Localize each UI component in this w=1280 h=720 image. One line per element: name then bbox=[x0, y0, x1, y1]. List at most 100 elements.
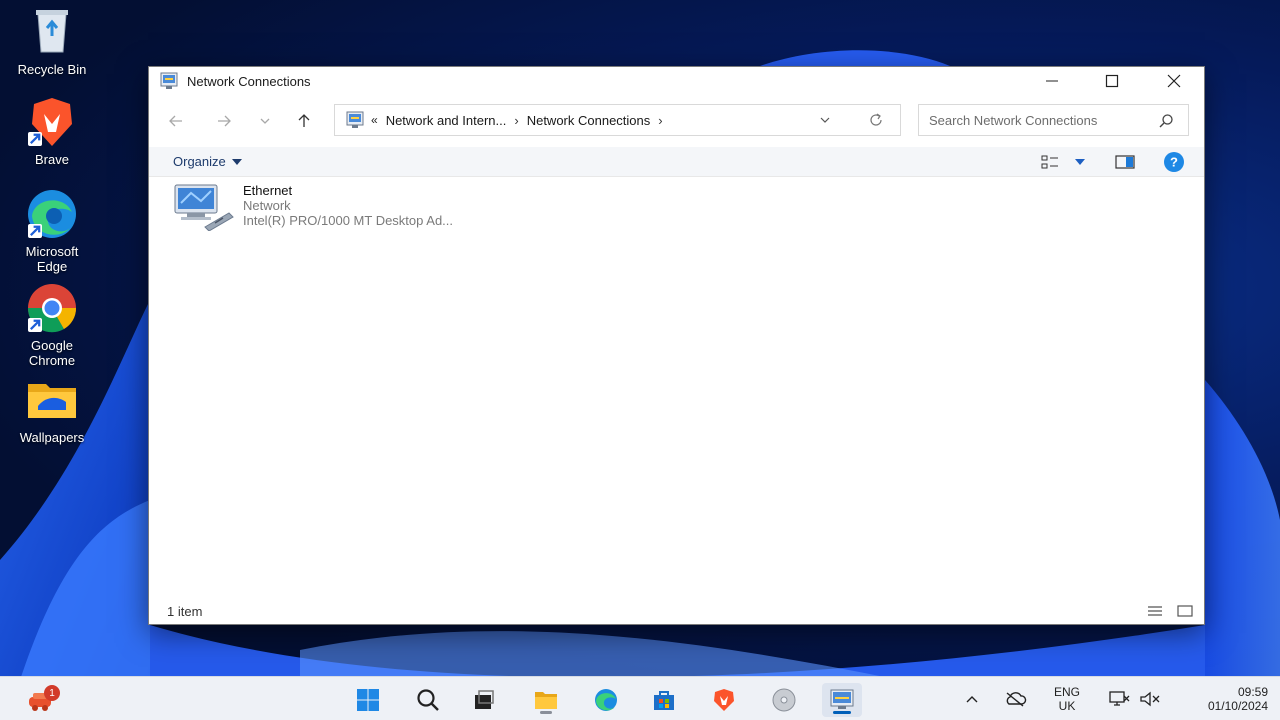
keyboard-region: UK bbox=[1058, 699, 1076, 713]
refresh-icon[interactable] bbox=[868, 112, 884, 128]
breadcrumb-separator-icon[interactable]: › bbox=[514, 113, 518, 128]
back-arrow-icon bbox=[169, 115, 182, 127]
task-view-button[interactable] bbox=[464, 683, 504, 717]
forward-arrow-icon bbox=[218, 115, 231, 127]
more-view-options-button[interactable] bbox=[1075, 153, 1085, 171]
language-indicator[interactable]: ENG UK bbox=[1044, 677, 1090, 720]
view-options-icon bbox=[1041, 155, 1058, 169]
back-button[interactable] bbox=[162, 107, 190, 135]
desktop-icon-label: Recycle Bin bbox=[17, 62, 87, 77]
network-connections-icon bbox=[830, 689, 854, 709]
edge-taskbar-button[interactable] bbox=[586, 683, 626, 717]
search-icon bbox=[417, 689, 439, 711]
windows-start-icon bbox=[357, 689, 379, 711]
brave-taskbar-button[interactable] bbox=[704, 683, 744, 717]
clock[interactable]: 09:59 01/10/2024 bbox=[1176, 677, 1276, 720]
search-input[interactable] bbox=[929, 112, 1149, 128]
desktop-icon-recycle-bin[interactable]: Recycle Bin bbox=[6, 4, 98, 77]
recycle-bin-icon bbox=[24, 4, 80, 60]
command-bar: Organize ? bbox=[149, 147, 1204, 177]
adapter-name: Ethernet bbox=[243, 183, 293, 198]
disc-button[interactable] bbox=[764, 683, 804, 717]
language-code: ENG bbox=[1053, 685, 1080, 699]
breadcrumb-network-connections[interactable]: Network Connections bbox=[527, 113, 651, 128]
preview-pane-icon bbox=[1115, 155, 1135, 169]
adapter-status: Network bbox=[243, 198, 291, 213]
onedrive-button[interactable] bbox=[1000, 677, 1030, 720]
desktop-icon-label: Brave bbox=[35, 152, 69, 167]
window-title: Network Connections bbox=[187, 73, 311, 89]
network-connections-taskbar-button[interactable] bbox=[822, 683, 862, 717]
breadcrumb-network-and-internet[interactable]: Network and Intern... bbox=[386, 113, 507, 128]
navigation-bar: « Network and Intern... › Network Connec… bbox=[149, 103, 1204, 137]
details-view-icon[interactable] bbox=[1147, 604, 1163, 618]
chrome-icon bbox=[24, 280, 80, 336]
address-bar[interactable]: « Network and Intern... › Network Connec… bbox=[334, 104, 901, 136]
breadcrumb-separator-icon[interactable]: › bbox=[658, 113, 662, 128]
folder-icon bbox=[24, 372, 80, 428]
close-icon bbox=[1167, 74, 1181, 88]
address-dropdown-chevron-icon[interactable] bbox=[818, 113, 832, 127]
network-adapter-ethernet[interactable]: Ethernet Network Intel(R) PRO/1000 MT De… bbox=[171, 183, 453, 231]
search-box[interactable] bbox=[918, 104, 1189, 136]
brave-icon bbox=[714, 689, 734, 711]
maximize-icon bbox=[1105, 74, 1119, 88]
forward-button[interactable] bbox=[210, 107, 238, 135]
volume-button[interactable] bbox=[1136, 677, 1164, 720]
help-button[interactable]: ? bbox=[1163, 152, 1185, 172]
task-view-icon bbox=[475, 690, 494, 709]
desktop-icon-wallpapers[interactable]: Wallpapers bbox=[6, 372, 98, 445]
notification-badge: 1 bbox=[44, 685, 60, 701]
active-indicator bbox=[833, 711, 851, 714]
change-view-button[interactable] bbox=[1041, 153, 1059, 171]
desktop-icon-chrome[interactable]: Google Chrome bbox=[6, 280, 98, 368]
network-connections-window: Network Connections « Network and Intern… bbox=[148, 66, 1205, 625]
cloud-offline-icon bbox=[1006, 692, 1027, 707]
up-button[interactable] bbox=[290, 107, 318, 135]
taskbar: 1 ENG UK 09:59 01/10/2024 bbox=[0, 676, 1280, 720]
network-disconnected-icon bbox=[1109, 691, 1130, 706]
widgets-button[interactable]: 1 bbox=[20, 683, 60, 717]
store-icon bbox=[654, 691, 674, 710]
caret-down-icon bbox=[1075, 159, 1085, 165]
clock-date: 01/10/2024 bbox=[1207, 699, 1268, 713]
preview-pane-button[interactable] bbox=[1115, 153, 1135, 171]
disc-icon bbox=[772, 688, 796, 712]
desktop-icon-label: Wallpapers bbox=[19, 430, 85, 445]
adapter-device: Intel(R) PRO/1000 MT Desktop Ad... bbox=[243, 213, 454, 228]
shortcut-arrow-icon bbox=[28, 318, 42, 332]
network-connections-icon bbox=[160, 72, 178, 89]
start-button[interactable] bbox=[348, 683, 388, 717]
volume-muted-icon bbox=[1140, 691, 1160, 707]
clock-time: 09:59 bbox=[1237, 685, 1268, 699]
close-button[interactable] bbox=[1143, 67, 1205, 95]
help-icon: ? bbox=[1164, 152, 1184, 172]
desktop-icon-edge[interactable]: Microsoft Edge bbox=[6, 186, 98, 274]
recent-locations-button[interactable] bbox=[251, 107, 279, 135]
maximize-button[interactable] bbox=[1081, 67, 1143, 95]
desktop-icon-brave[interactable]: Brave bbox=[6, 94, 98, 167]
caret-down-icon bbox=[231, 158, 242, 165]
search-button[interactable] bbox=[408, 683, 448, 717]
minimize-button[interactable] bbox=[1021, 67, 1083, 95]
chevron-up-icon bbox=[966, 696, 978, 703]
up-arrow-icon bbox=[298, 114, 310, 127]
store-button[interactable] bbox=[644, 683, 684, 717]
organize-label: Organize bbox=[173, 154, 226, 169]
chevron-down-icon bbox=[260, 118, 270, 124]
network-status-button[interactable] bbox=[1104, 677, 1134, 720]
network-connections-icon bbox=[346, 111, 364, 128]
show-hidden-icons-button[interactable] bbox=[960, 677, 984, 720]
status-bar: 1 item bbox=[149, 600, 1204, 624]
edge-icon bbox=[595, 689, 617, 711]
ethernet-adapter-icon bbox=[174, 184, 234, 231]
breadcrumb-overflow[interactable]: « bbox=[371, 113, 378, 127]
search-icon[interactable] bbox=[1158, 113, 1174, 129]
shortcut-arrow-icon bbox=[28, 224, 42, 238]
item-count: 1 item bbox=[167, 604, 203, 619]
shortcut-arrow-icon bbox=[28, 132, 42, 146]
file-explorer-button[interactable] bbox=[526, 683, 566, 717]
running-indicator bbox=[540, 711, 552, 714]
large-icons-view-icon[interactable] bbox=[1177, 604, 1193, 618]
organize-menu-button[interactable]: Organize bbox=[173, 154, 242, 169]
